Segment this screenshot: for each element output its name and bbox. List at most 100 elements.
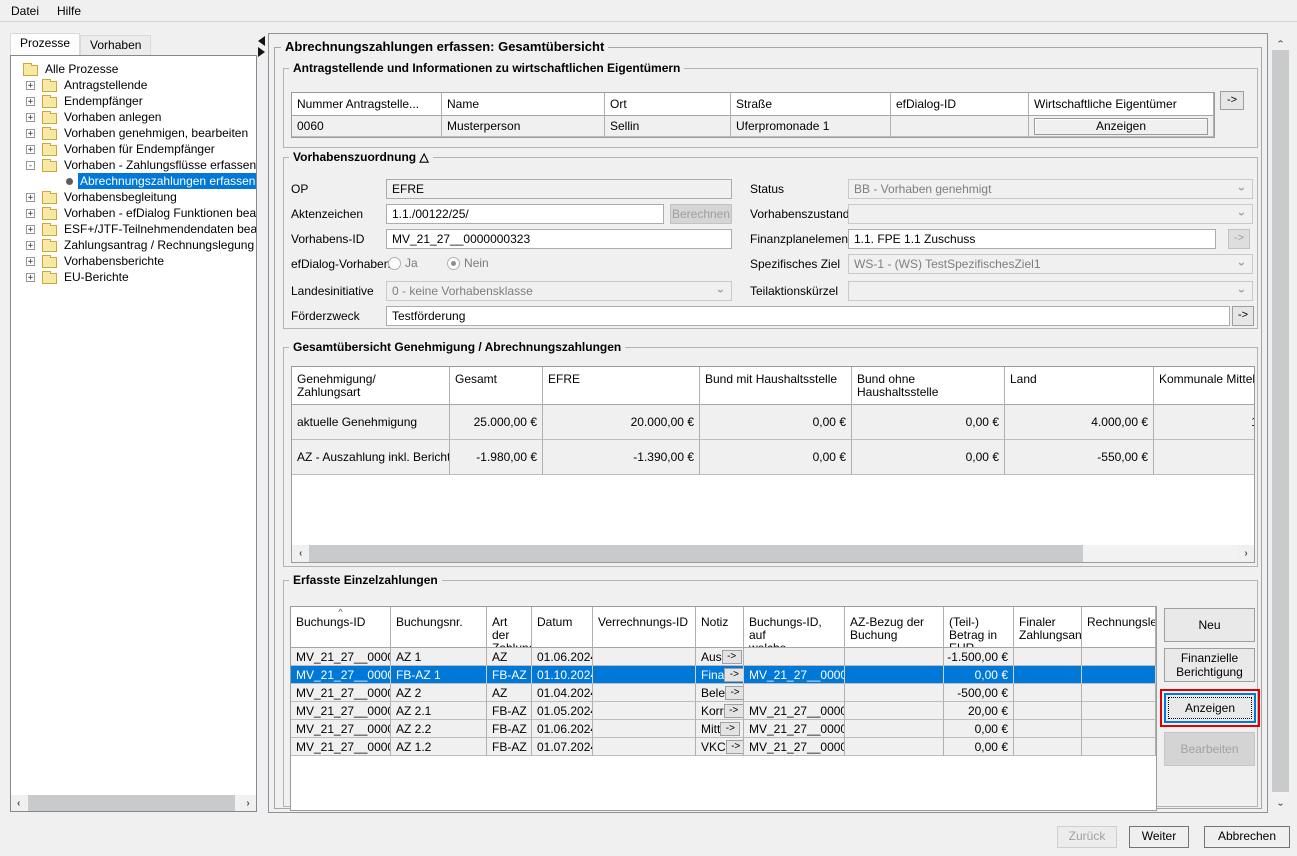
expand-toggle-icon[interactable]: + [26,129,35,138]
column-header-bund-mit-haushaltsstelle[interactable]: Bund mit Haushaltsstelle [700,367,852,405]
tree-item-vorhaben-anlegen[interactable]: +Vorhaben anlegen [11,109,256,125]
applicant-arrow-button[interactable]: -> [1220,91,1244,110]
tree-item-antragstellende[interactable]: +Antragstellende [11,77,256,93]
finanzielle-berichtigung-button[interactable]: Finanzielle Berichtigung [1164,648,1255,682]
table-row[interactable]: MV_21_27__000000AZ 1AZ01.06.2024Aus->-1.… [291,648,1156,666]
column-header-ort[interactable]: Ort [605,93,731,116]
column-header-efre[interactable]: EFRE [543,367,700,405]
wirtschaftliche-eigentuemer-anzeigen-button[interactable]: Anzeigen [1034,118,1208,135]
expand-toggle-icon[interactable]: + [26,209,35,218]
neu-button[interactable]: Neu [1164,608,1255,642]
collapse-right-icon[interactable] [258,47,265,57]
notiz-arrow-button[interactable]: -> [720,722,740,736]
tree-item-vorhaben-genehmigen-bearbeiten[interactable]: +Vorhaben genehmigen, bearbeiten [11,125,256,141]
tab-prozesse[interactable]: Prozesse [10,33,80,55]
column-header-buchungs-id[interactable]: Buchungs-ID^ [291,607,391,648]
column-header-stra-e[interactable]: Straße [731,93,891,116]
weiter-button[interactable]: Weiter [1129,826,1189,848]
column-header-efdialog-id[interactable]: efDialog-ID [891,93,1029,116]
tree-item-alle-prozesse[interactable]: Alle Prozesse [11,61,256,77]
scroll-left-icon[interactable]: › [292,545,309,562]
expand-toggle-icon[interactable]: + [26,257,35,266]
teilaktionskuerzel-select[interactable]: › [848,281,1253,301]
column-header-name[interactable]: Name [442,93,605,116]
tree-item-vorhaben-zahlungsfl-sse-erfassen[interactable]: -Vorhaben - Zahlungsflüsse erfassen [11,157,256,173]
column-header-finaler[interactable]: Finaler Zahlungsantrag [1014,607,1082,648]
zurueck-button[interactable]: Zurück [1057,826,1117,848]
table-row[interactable]: AZ - Auszahlung inkl. Berichtigungen-1.9… [292,440,1254,475]
column-header-buchungs-id-auf[interactable]: Buchungs-ID, auf welche die Buchung [744,607,845,648]
status-select[interactable]: BB - Vorhaben genehmigt › [848,179,1253,199]
spezifisches-ziel-select[interactable]: WS-1 - (WS) TestSpezifischesZiel1 › [848,254,1253,274]
column-header-verrechnungs-id[interactable]: Verrechnungs-ID [593,607,696,648]
notiz-arrow-button[interactable]: -> [724,668,744,682]
column-header-notiz[interactable]: Notiz [696,607,744,648]
tree-item-vorhaben-f-r-endempf-nger[interactable]: +Vorhaben für Endempfänger [11,141,256,157]
notiz-arrow-button[interactable]: -> [726,740,744,754]
tree-item-esf-jtf-teilnehmendendaten-bearbeiten[interactable]: +ESF+/JTF-Teilnehmendendaten bearbeiten [11,221,256,237]
expand-toggle-icon[interactable]: + [26,225,35,234]
column-header-land[interactable]: Land [1005,367,1154,405]
splitter-handle[interactable] [258,34,268,58]
scroll-up-icon[interactable]: › [1272,33,1289,49]
expand-toggle-icon[interactable]: + [26,113,35,122]
main-vertical-scrollbar[interactable]: › › [1272,33,1289,812]
bearbeiten-button[interactable]: Bearbeiten [1164,732,1255,766]
foerderzweck-field[interactable]: Testförderung [386,306,1230,326]
collapse-toggle-icon[interactable]: - [26,161,35,170]
scroll-down-icon[interactable]: › [1272,796,1289,812]
table-row[interactable]: 0060MusterpersonSellinUferpromonade 1Anz… [292,116,1214,137]
menu-datei[interactable]: Datei [2,1,48,21]
landesinitiative-select[interactable]: 0 - keine Vorhabensklasse › [386,281,732,301]
table-row[interactable]: MV_21_27__000000AZ 2.1FB-AZ01.05.2024Kor… [291,702,1156,720]
column-header-kommunale-mittel[interactable]: Kommunale Mittel [1154,367,1255,405]
table-row[interactable]: aktuelle Genehmigung25.000,00 €20.000,00… [292,405,1254,440]
scrollbar-thumb[interactable] [1272,50,1289,792]
column-header-wirtschaftliche-eigent-mer[interactable]: Wirtschaftliche Eigentümer [1029,93,1214,116]
table-row[interactable]: 0060MusterpersonSellinUferpromonade 1Anz… [292,116,1214,137]
column-header-buchungsnr[interactable]: Buchungsnr. [391,607,487,648]
column-header-az-bezug-der[interactable]: AZ-Bezug der Buchung [845,607,944,648]
finanzplanelement-arrow-button[interactable]: -> [1228,229,1250,249]
notiz-arrow-button[interactable]: -> [725,686,744,700]
berechnen-button[interactable]: Berechnen [670,204,732,224]
tree-item-eu-berichte[interactable]: +EU-Berichte [11,269,256,285]
expand-toggle-icon[interactable]: + [26,81,35,90]
column-header-nummer-antragstelle[interactable]: Nummer Antragstelle... [292,93,442,116]
table-row[interactable]: MV_21_27__000000AZ 2AZ01.04.2024Bele->-5… [291,684,1156,702]
tree-item-vorhaben-efdialog-funktionen-bearbeiten[interactable]: +Vorhaben - efDialog Funktionen bearbeit… [11,205,256,221]
finanzplanelement-field[interactable]: 1.1. FPE 1.1 Zuschuss [848,229,1216,249]
expand-toggle-icon[interactable]: + [26,241,35,250]
column-header-gesamt[interactable]: Gesamt [450,367,543,405]
column-header-genehmigung[interactable]: Genehmigung/ Zahlungsart [292,367,450,405]
tree-item-abrechnungszahlungen-erfassen[interactable]: Abrechnungszahlungen erfassen [11,173,256,189]
tree-item-vorhabensberichte[interactable]: +Vorhabensberichte [11,253,256,269]
expand-toggle-icon[interactable]: + [26,273,35,282]
tree-horizontal-scrollbar[interactable]: › › [11,795,256,811]
vorhabenszustand-select[interactable]: › [848,204,1253,224]
column-header-teil[interactable]: (Teil-) Betrag in EUR [944,607,1014,648]
tree-item-vorhabensbegleitung[interactable]: +Vorhabensbegleitung [11,189,256,205]
anzeigen-button[interactable]: Anzeigen [1164,693,1256,723]
radio-ja[interactable] [388,257,401,270]
overview-horizontal-scrollbar[interactable]: › › [292,545,1254,562]
scrollbar-thumb[interactable] [309,545,1083,562]
vorhabens-id-field[interactable]: MV_21_27__0000000323 [386,229,732,249]
aktenzeichen-field[interactable]: 1.1./00122/25/ [386,204,664,224]
collapse-left-icon[interactable] [258,36,265,46]
column-header-bund-ohne-haushaltsstelle[interactable]: Bund ohne Haushaltsstelle [852,367,1005,405]
foerderzweck-arrow-button[interactable]: -> [1232,306,1254,326]
expand-toggle-icon[interactable]: + [26,193,35,202]
notiz-arrow-button[interactable]: -> [722,650,742,664]
expand-toggle-icon[interactable]: + [26,145,35,154]
column-header-rechnungslegung[interactable]: Rechnungslegung [1082,607,1156,648]
tree-item-zahlungsantrag-rechnungslegung[interactable]: +Zahlungsantrag / Rechnungslegung [11,237,256,253]
table-row[interactable]: MV_21_27__000000AZ 2.2FB-AZ01.06.2024Mit… [291,720,1156,738]
scrollbar-thumb[interactable] [28,795,235,811]
notiz-arrow-button[interactable]: -> [724,704,744,718]
table-row[interactable]: MV_21_27__000000AZ 1.2FB-AZ01.07.2024VKC… [291,738,1156,756]
tab-vorhaben[interactable]: Vorhaben [80,35,151,55]
scroll-right-icon[interactable]: › [240,795,256,811]
table-row[interactable]: MV_21_27__000000FB-AZ 1FB-AZ01.10.2024Fi… [291,666,1156,684]
tree-item-endempf-nger[interactable]: +Endempfänger [11,93,256,109]
